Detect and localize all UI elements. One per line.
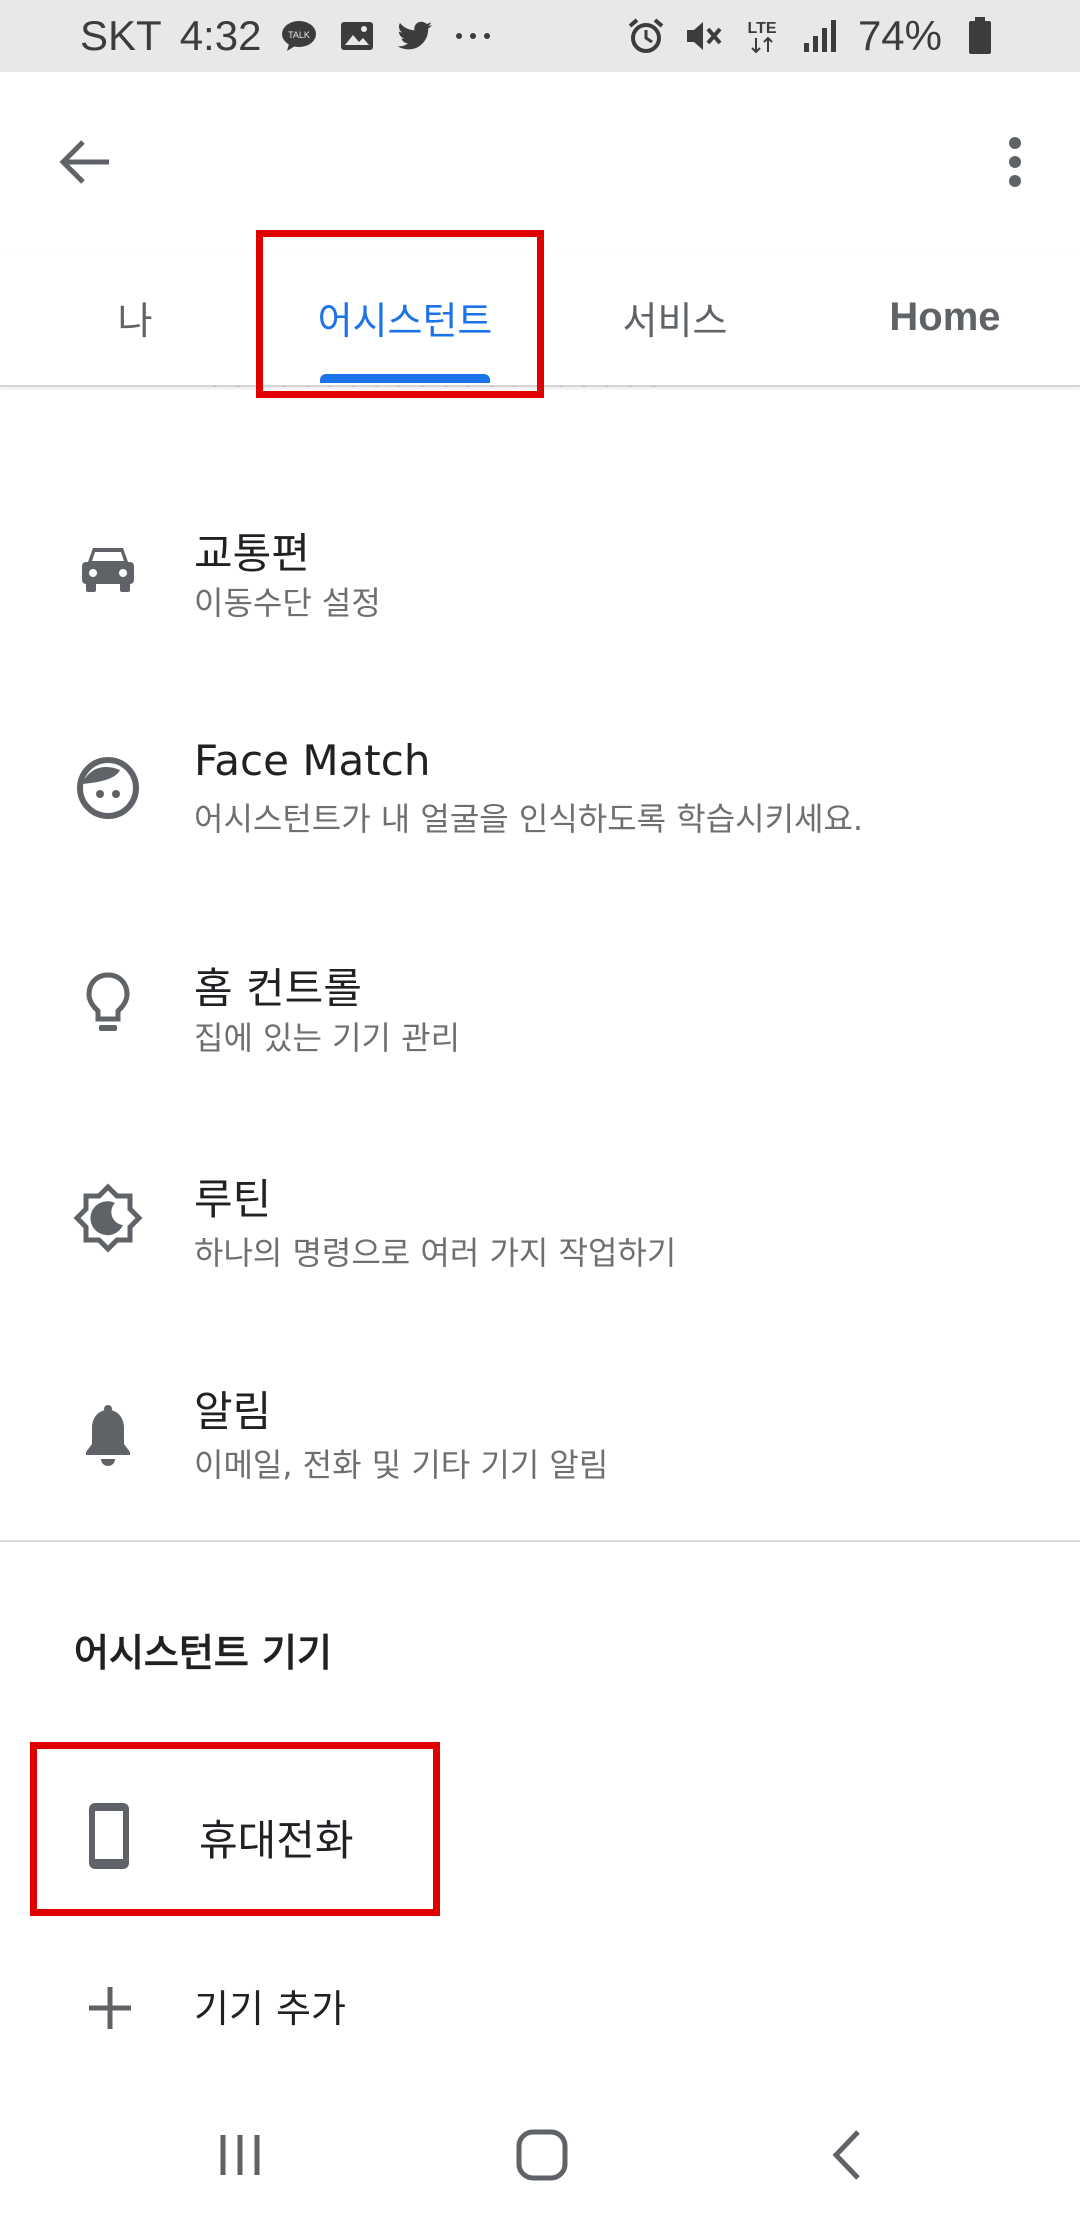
list-item-face-match[interactable]: Face Match 어시스턴트가 내 얼굴을 인식하도록 학습시키세요. — [0, 690, 1080, 890]
plus-icon — [80, 1978, 140, 2038]
add-device-button[interactable]: 기기 추가 — [0, 1960, 1080, 2070]
app-bar — [0, 72, 1080, 242]
item-title: 알림 — [194, 1387, 272, 1436]
routine-icon — [72, 1182, 144, 1254]
item-title: Face Match — [194, 736, 431, 785]
battery-icon — [960, 16, 1000, 56]
recents-icon — [220, 2135, 260, 2175]
gallery-icon — [337, 16, 377, 56]
twitter-icon — [395, 16, 435, 56]
bell-icon — [72, 1400, 144, 1472]
device-label: 휴대전화 — [199, 1816, 354, 1865]
item-subtitle: 집에 있는 기기 관리 — [194, 1019, 461, 1057]
phone-icon — [79, 1801, 139, 1871]
kakaotalk-icon: TALK — [279, 16, 319, 56]
network-label: LTE — [747, 20, 776, 37]
mute-icon — [684, 16, 724, 56]
list-item-notifications[interactable]: 알림 이메일, 전화 및 기타 기기 알림 — [0, 1340, 1080, 1540]
item-subtitle: 이동수단 설정 — [194, 584, 381, 622]
home-button[interactable] — [502, 2120, 582, 2190]
tab-services[interactable]: 서비스 — [570, 250, 780, 385]
item-subtitle: 이메일, 전화 및 기타 기기 알림 — [194, 1446, 609, 1484]
arrow-left-icon — [59, 140, 109, 184]
lightbulb-icon — [72, 967, 144, 1039]
more-dots-icon — [453, 16, 493, 56]
item-title: 루틴 — [194, 1175, 272, 1224]
add-device-label: 기기 추가 — [194, 1987, 346, 2031]
section-header-assistant-devices: 어시스턴트 기기 — [74, 1631, 332, 1675]
device-item-phone[interactable]: 휴대전화 — [30, 1742, 440, 1916]
item-subtitle: 어시스턴트가 내 얼굴을 인식하도록 학습시키세요. — [194, 800, 864, 838]
list-item-home-control[interactable]: 홈 컨트롤 집에 있는 기기 관리 — [0, 905, 1080, 1105]
tab-me[interactable]: 나 — [60, 250, 210, 385]
section-divider — [0, 1540, 1080, 1542]
face-icon — [72, 752, 144, 824]
item-title: 홈 컨트롤 — [194, 964, 362, 1013]
system-nav-bar — [0, 2080, 1080, 2220]
lte-icon: LTE — [742, 16, 782, 56]
status-bar: SKT 4:32 TALK LTE 74% — [0, 0, 1080, 72]
more-vert-icon — [1009, 137, 1021, 187]
list-item-transport[interactable]: 교통편 이동수단 설정 — [0, 470, 1080, 670]
signal-icon — [800, 16, 840, 56]
tab-home[interactable]: Home — [850, 250, 1040, 385]
clock: 4:32 — [179, 12, 262, 59]
chevron-left-icon — [832, 2130, 860, 2180]
home-circle-icon — [516, 2129, 568, 2181]
alarm-icon — [626, 16, 666, 56]
svg-text:TALK: TALK — [289, 30, 311, 40]
item-subtitle: 하나의 명령으로 여러 가지 작업하기 — [194, 1234, 677, 1272]
battery-percent: 74% — [857, 12, 942, 59]
item-title: 교통편 — [194, 529, 310, 578]
back-button[interactable] — [50, 127, 120, 197]
tab-highlight-box — [256, 230, 544, 398]
more-options-button[interactable] — [980, 127, 1050, 197]
recent-apps-button[interactable] — [200, 2120, 280, 2190]
back-nav-button[interactable] — [806, 2120, 886, 2190]
list-item-routines[interactable]: 루틴 하나의 명령으로 여러 가지 작업하기 — [0, 1120, 1080, 1320]
car-icon — [72, 532, 144, 604]
carrier-label: SKT — [80, 12, 162, 59]
